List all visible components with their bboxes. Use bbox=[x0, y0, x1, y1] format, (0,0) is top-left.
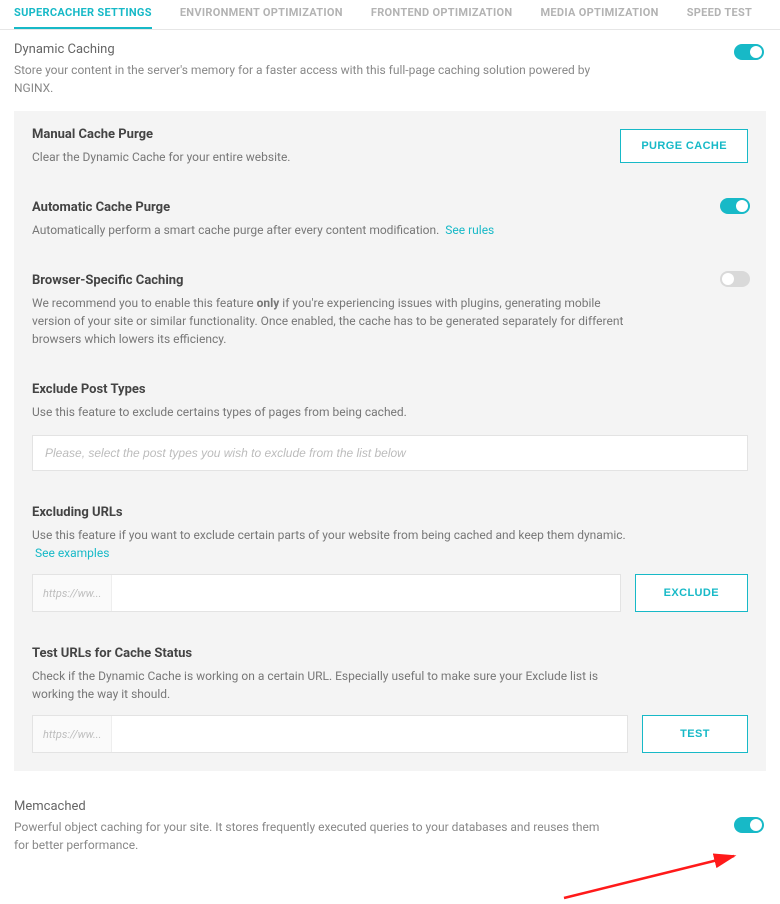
tab-environment[interactable]: ENVIRONMENT OPTIMIZATION bbox=[180, 0, 343, 29]
automatic-purge-desc: Automatically perform a smart cache purg… bbox=[32, 221, 642, 239]
tabs-bar: SUPERCACHER SETTINGS ENVIRONMENT OPTIMIZ… bbox=[0, 0, 780, 30]
exclude-button[interactable]: EXCLUDE bbox=[635, 574, 748, 612]
memcached-row: Memcached Powerful object caching for yo… bbox=[0, 771, 780, 864]
test-url-input-wrap: https://ww... bbox=[32, 715, 628, 753]
test-urls-title: Test URLs for Cache Status bbox=[32, 646, 748, 661]
tab-speed[interactable]: SPEED TEST bbox=[687, 0, 752, 29]
exclude-url-prefix: https://ww... bbox=[33, 575, 112, 611]
memcached-title: Memcached bbox=[14, 799, 766, 814]
exclude-post-types-input[interactable] bbox=[32, 435, 748, 471]
automatic-purge-row: Automatic Cache Purge Automatically perf… bbox=[14, 184, 766, 257]
manual-purge-desc: Clear the Dynamic Cache for your entire … bbox=[32, 148, 642, 166]
tab-supercacher[interactable]: SUPERCACHER SETTINGS bbox=[14, 0, 152, 29]
test-button[interactable]: TEST bbox=[642, 715, 748, 753]
dynamic-caching-header: Dynamic Caching Store your content in th… bbox=[0, 30, 780, 99]
browser-desc-1: We recommend you to enable this feature bbox=[32, 296, 257, 310]
exclude-post-title: Exclude Post Types bbox=[32, 382, 748, 397]
dynamic-caching-toggle[interactable] bbox=[734, 44, 764, 60]
manual-purge-row: Manual Cache Purge Clear the Dynamic Cac… bbox=[14, 111, 766, 184]
browser-caching-row: Browser-Specific Caching We recommend yo… bbox=[14, 257, 766, 366]
test-url-prefix: https://ww... bbox=[33, 716, 112, 752]
browser-caching-toggle[interactable] bbox=[720, 271, 750, 287]
test-urls-row: Test URLs for Cache Status Check if the … bbox=[14, 630, 766, 771]
excluding-urls-row: Excluding URLs Use this feature if you w… bbox=[14, 489, 766, 630]
exclude-post-types-row: Exclude Post Types Use this feature to e… bbox=[14, 366, 766, 489]
memcached-toggle[interactable] bbox=[734, 817, 764, 833]
dynamic-caching-title: Dynamic Caching bbox=[14, 42, 766, 57]
exclude-post-desc: Use this feature to exclude certains typ… bbox=[32, 403, 642, 421]
tab-media[interactable]: MEDIA OPTIMIZATION bbox=[541, 0, 659, 29]
excluding-urls-desc: Use this feature if you want to exclude … bbox=[32, 526, 642, 562]
automatic-purge-desc-text: Automatically perform a smart cache purg… bbox=[32, 223, 439, 237]
settings-panel: Manual Cache Purge Clear the Dynamic Cac… bbox=[14, 111, 766, 771]
see-rules-link[interactable]: See rules bbox=[445, 223, 494, 237]
exclude-url-input[interactable] bbox=[112, 575, 619, 611]
test-url-input[interactable] bbox=[112, 716, 627, 752]
dynamic-caching-desc: Store your content in the server's memor… bbox=[14, 61, 614, 97]
browser-caching-title: Browser-Specific Caching bbox=[32, 273, 748, 288]
memcached-desc: Powerful object caching for your site. I… bbox=[14, 818, 614, 854]
excluding-urls-desc-text: Use this feature if you want to exclude … bbox=[32, 528, 626, 542]
automatic-purge-title: Automatic Cache Purge bbox=[32, 200, 748, 215]
automatic-purge-toggle[interactable] bbox=[720, 198, 750, 214]
exclude-url-input-wrap: https://ww... bbox=[32, 574, 621, 612]
browser-caching-desc: We recommend you to enable this feature … bbox=[32, 294, 642, 348]
browser-desc-bold: only bbox=[257, 296, 280, 310]
test-urls-desc: Check if the Dynamic Cache is working on… bbox=[32, 667, 642, 703]
tab-frontend[interactable]: FRONTEND OPTIMIZATION bbox=[371, 0, 513, 29]
purge-cache-button[interactable]: PURGE CACHE bbox=[620, 129, 748, 163]
see-examples-link[interactable]: See examples bbox=[35, 546, 109, 560]
excluding-urls-title: Excluding URLs bbox=[32, 505, 748, 520]
